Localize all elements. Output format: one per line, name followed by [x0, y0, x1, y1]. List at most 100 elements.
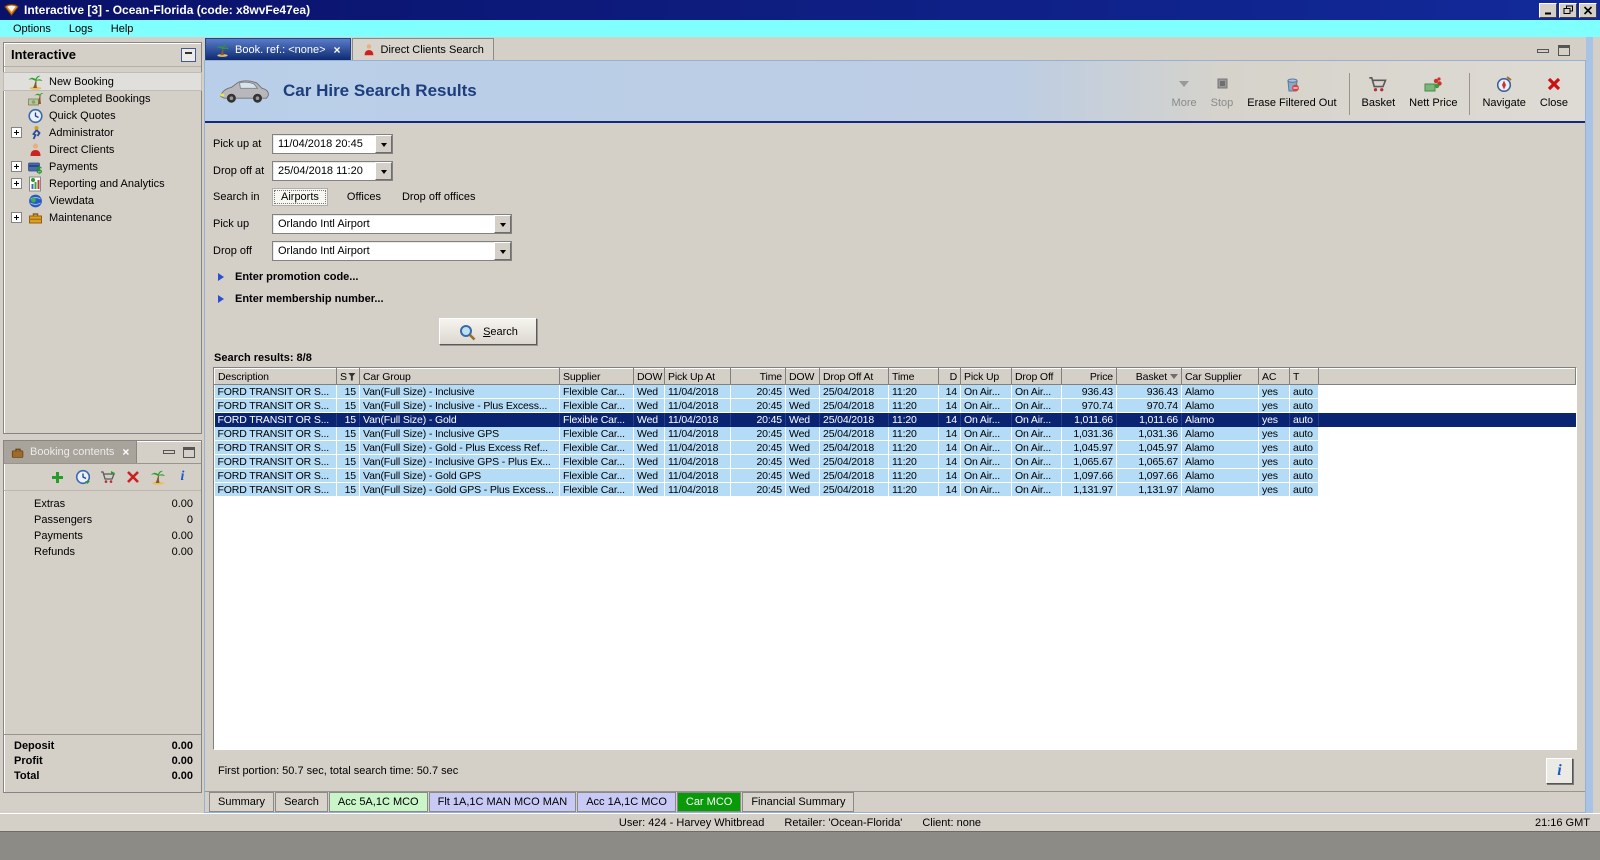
column-header[interactable]: Time [888, 368, 939, 385]
sidebar-item[interactable]: Quick Quotes [4, 107, 201, 124]
dropdown-arrow-icon[interactable] [375, 162, 392, 180]
result-row[interactable]: FORD TRANSIT OR S... 15 Van(Full Size) -… [214, 412, 1576, 427]
minimize-button[interactable] [1539, 2, 1557, 18]
dropoff-at-combobox[interactable]: 25/04/2018 11:20 [272, 161, 393, 181]
quick-quote-button[interactable] [74, 469, 91, 486]
status-bar: User: 424 - Harvey Whitbread Retailer: '… [0, 813, 1600, 831]
column-header[interactable]: AC [1258, 368, 1290, 385]
nett-price-button[interactable]: Nett Price [1402, 71, 1464, 112]
sidebar-item[interactable]: Maintenance [4, 209, 201, 226]
column-header[interactable]: Time [730, 368, 786, 385]
bottom-tab[interactable]: Search [275, 792, 328, 812]
dropdown-arrow-icon[interactable] [375, 135, 392, 153]
column-header[interactable]: Pick Up [960, 368, 1012, 385]
bottom-tab[interactable]: Acc 5A,1C MCO [328, 792, 428, 812]
dropdown-arrow-icon[interactable] [494, 242, 511, 260]
booking-contents-toolbar: i [4, 464, 201, 491]
restore-button[interactable] [1559, 2, 1577, 18]
column-header[interactable]: Car Group [359, 368, 560, 385]
column-header[interactable]: Car Supplier [1181, 368, 1259, 385]
navigate-button[interactable]: Navigate [1475, 71, 1532, 112]
collapse-panel-icon[interactable] [181, 47, 196, 62]
search-in-option[interactable]: Offices [345, 189, 383, 205]
pickup-at-combobox[interactable]: 11/04/2018 20:45 [272, 134, 393, 154]
result-row[interactable]: FORD TRANSIT OR S... 15 Van(Full Size) -… [214, 398, 1576, 413]
collapse-main-panel-icon[interactable] [1537, 48, 1549, 53]
result-row[interactable]: FORD TRANSIT OR S... 15 Van(Full Size) -… [214, 384, 1576, 399]
sidebar-item[interactable]: Payments [4, 158, 201, 175]
search-in-option[interactable]: Drop off offices [400, 189, 478, 205]
expand-plus-icon[interactable] [11, 212, 22, 223]
sidebar-item[interactable]: Completed Bookings [4, 90, 201, 107]
column-header[interactable]: Drop Off [1011, 368, 1062, 385]
column-header[interactable] [1318, 368, 1576, 385]
erase-filtered-out-button[interactable]: Erase Filtered Out [1240, 71, 1343, 112]
result-row[interactable]: FORD TRANSIT OR S... 15 Van(Full Size) -… [214, 454, 1576, 469]
money-icon [1424, 77, 1442, 92]
tab-booking-ref[interactable]: Book. ref.: <none> × [205, 38, 351, 60]
info-icon[interactable]: i [174, 469, 191, 486]
result-row[interactable]: FORD TRANSIT OR S... 15 Van(Full Size) -… [214, 426, 1576, 441]
sidebar-item[interactable]: Administrator [4, 124, 201, 141]
dropdown-arrow-icon[interactable] [494, 215, 511, 233]
close-booking-contents-icon[interactable]: × [122, 445, 129, 459]
booking-contents-tab[interactable]: Booking contents × [4, 441, 138, 463]
result-row[interactable]: FORD TRANSIT OR S... 15 Van(Full Size) -… [214, 468, 1576, 483]
delete-button[interactable] [124, 469, 141, 486]
sidebar-item[interactable]: Viewdata [4, 192, 201, 209]
result-row[interactable]: FORD TRANSIT OR S... 15 Van(Full Size) -… [214, 440, 1576, 455]
menu-item[interactable]: Help [102, 22, 143, 36]
close-page-button[interactable]: Close [1533, 71, 1575, 112]
pickup-combobox[interactable]: Orlando Intl Airport [272, 214, 512, 234]
column-header[interactable]: DOW [785, 368, 820, 385]
palm-button[interactable] [149, 469, 166, 486]
sidebar-item[interactable]: Direct Clients [4, 141, 201, 158]
maximize-main-panel-icon[interactable] [1558, 45, 1570, 56]
bottom-tab[interactable]: Financial Summary [742, 792, 855, 812]
collapse-booking-panel-icon[interactable] [163, 450, 175, 454]
add-to-basket-button[interactable] [99, 469, 116, 486]
sidebar-item[interactable]: Reporting and Analytics [4, 175, 201, 192]
column-header[interactable]: D [938, 368, 961, 385]
stop-button[interactable]: Stop [1204, 71, 1241, 112]
close-tab-icon[interactable]: × [334, 43, 341, 57]
column-header[interactable]: S [336, 368, 360, 385]
menu-item[interactable]: Options [4, 22, 60, 36]
promotion-code-expander[interactable]: Enter promotion code... [218, 271, 1585, 283]
column-header[interactable]: Drop Off At [819, 368, 889, 385]
basket-button[interactable]: Basket [1355, 71, 1403, 112]
more-button[interactable]: More [1165, 71, 1204, 112]
column-header[interactable]: Description [214, 368, 337, 385]
column-header[interactable]: Supplier [559, 368, 634, 385]
search-in-option[interactable]: Airports [272, 188, 328, 206]
result-row[interactable]: FORD TRANSIT OR S... 15 Van(Full Size) -… [214, 482, 1576, 497]
membership-number-expander[interactable]: Enter membership number... [218, 293, 1585, 305]
column-header[interactable]: T [1289, 368, 1319, 385]
bottom-tab[interactable]: Car MCO [676, 792, 742, 812]
add-button[interactable] [49, 469, 66, 486]
cell-car-supplier: Alamo [1181, 384, 1259, 399]
expand-plus-icon[interactable] [11, 161, 22, 172]
close-window-button[interactable] [1579, 2, 1597, 18]
bottom-tab[interactable]: Acc 1A,1C MCO [577, 792, 676, 812]
expand-plus-icon[interactable] [11, 127, 22, 138]
menu-item[interactable]: Logs [60, 22, 102, 36]
column-header[interactable]: Price [1061, 368, 1117, 385]
column-header[interactable]: Pick Up At [664, 368, 731, 385]
bottom-tab[interactable]: Flt 1A,1C MAN MCO MAN [428, 792, 577, 812]
tab-direct-clients-search[interactable]: Direct Clients Search [351, 38, 494, 60]
expand-plus-icon[interactable] [11, 178, 22, 189]
cell-ac: yes [1258, 468, 1290, 483]
column-header[interactable]: DOW [633, 368, 665, 385]
info-button[interactable]: i [1546, 757, 1573, 784]
search-results-count: Search results: 8/8 [214, 352, 312, 364]
sidebar-item[interactable]: New Booking [3, 72, 202, 91]
maximize-booking-panel-icon[interactable] [183, 446, 195, 458]
cell-pickup-location: On Air... [960, 482, 1012, 497]
search-button[interactable]: Search [439, 318, 537, 345]
booking-total-label: Total [14, 770, 40, 782]
bottom-tab[interactable]: Summary [209, 792, 275, 812]
dropoff-combobox[interactable]: Orlando Intl Airport [272, 241, 512, 261]
column-header[interactable]: Basket [1116, 368, 1182, 385]
cell-description: FORD TRANSIT OR S... [214, 412, 337, 427]
